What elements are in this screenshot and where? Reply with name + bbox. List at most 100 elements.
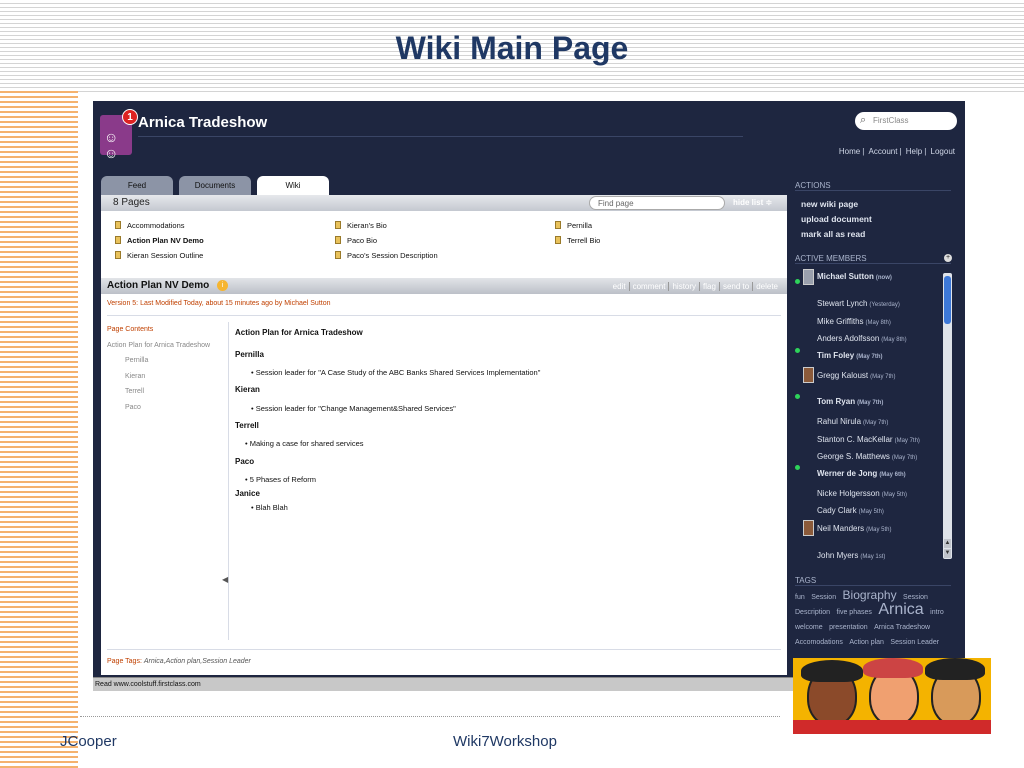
new-wiki-page-link[interactable]: new wiki page (801, 199, 858, 209)
upload-document-link[interactable]: upload document (801, 214, 872, 224)
member-george-matthews[interactable]: George S. Matthews (May 7th) (817, 452, 917, 461)
page-link-paco-session[interactable]: Paco's Session Description (335, 251, 438, 260)
member-time: (May 5th) (881, 492, 908, 498)
page-link-accommodations[interactable]: Accommodations (115, 221, 185, 230)
section-heading: Paco (235, 457, 255, 466)
info-icon[interactable]: i (217, 280, 228, 291)
member-time: (May 7th) (894, 438, 920, 444)
document-icon (555, 221, 561, 229)
page-link-label: Kieran's Bio (347, 221, 387, 230)
tag-link[interactable]: Session Leader (890, 639, 939, 646)
member-name: Stanton C. MacKellar (817, 435, 893, 444)
contents-item-paco[interactable]: Paco (107, 404, 227, 420)
tag-link[interactable]: Accomodations (795, 639, 843, 646)
avatar (803, 520, 814, 536)
search-input[interactable]: ⌕ FirstClass (855, 112, 957, 130)
member-cady-clark[interactable]: Cady Clark (May 5th) (817, 506, 884, 515)
pages-header: 8 Pages Find page hide list ≑ (101, 195, 787, 211)
link-logout[interactable]: Logout (931, 147, 955, 156)
page-link-kieran-outline[interactable]: Kieran Session Outline (115, 251, 203, 260)
member-john-myers[interactable]: John Myers (May 1st) (817, 551, 885, 560)
member-name: John Myers (817, 551, 859, 560)
scroll-up-icon[interactable]: ▲ (944, 539, 951, 548)
page-link-action-plan[interactable]: Action Plan NV Demo (115, 236, 204, 245)
member-nicke-holgersson[interactable]: Nicke Holgersson (May 5th) (817, 489, 907, 498)
tag-link[interactable]: presentation (829, 624, 868, 631)
member-name: Rahul Nirula (817, 417, 862, 426)
member-neil-manders[interactable]: Neil Manders (May 5th) (817, 524, 891, 533)
footer-divider (80, 716, 780, 717)
page-link-paco-bio[interactable]: Paco Bio (335, 236, 377, 245)
link-help[interactable]: Help (906, 147, 922, 156)
list-item: • 5 Phases of Reform (245, 475, 316, 484)
tag-link[interactable]: Biography (843, 588, 897, 602)
tag-link[interactable]: Action plan (849, 639, 884, 646)
scroll-down-icon[interactable]: ▼ (944, 549, 951, 558)
tab-documents[interactable]: Documents (179, 176, 251, 195)
link-home[interactable]: Home (839, 147, 860, 156)
page-link-pernilla[interactable]: Pernilla (555, 221, 592, 230)
tab-wiki[interactable]: Wiki (257, 176, 329, 196)
tag-link[interactable]: welcome (795, 624, 823, 631)
tab-feed[interactable]: Feed (101, 176, 173, 195)
member-name: Stewart Lynch (817, 299, 868, 308)
delete-button[interactable]: delete (752, 282, 781, 291)
member-gregg-kaloust[interactable]: Gregg Kaloust (May 7th) (817, 371, 895, 380)
members-scrollbar[interactable]: ▲ ▼ (943, 273, 952, 559)
mark-all-read-link[interactable]: mark all as read (801, 229, 865, 239)
member-rahul-nirula[interactable]: Rahul Nirula (May 7th) (817, 417, 888, 426)
send-to-button[interactable]: send to (718, 282, 753, 291)
page-link-kierans-bio[interactable]: Kieran's Bio (335, 221, 387, 230)
page-link-label: Pernilla (567, 221, 593, 230)
member-name: Werner de Jong (817, 469, 878, 478)
member-stewart-lynch[interactable]: Stewart Lynch (Yesterday) (817, 299, 900, 308)
list-item: • Session leader for "Change Management&… (251, 404, 456, 413)
page-link-label: Accommodations (127, 221, 185, 230)
top-links: Home | Account | Help | Logout (838, 147, 955, 156)
list-item: • Making a case for shared services (245, 439, 364, 448)
find-page-input[interactable]: Find page (589, 196, 725, 210)
cartoon-shirts (793, 720, 991, 734)
tag-link[interactable]: Arnica (878, 601, 923, 618)
member-name: Neil Manders (817, 524, 865, 533)
page-tags-value[interactable]: Arnica,Action plan,Session Leader (144, 658, 251, 665)
avatar (803, 367, 814, 383)
contents-item-top[interactable]: Action Plan for Arnica Tradeshow (107, 342, 227, 358)
contents-item-terrell[interactable]: Terrell (107, 388, 227, 404)
member-time: (May 5th) (858, 509, 884, 515)
scrollbar-thumb[interactable] (944, 276, 951, 324)
member-anders-adolfsson[interactable]: Anders Adolfsson (May 8th) (817, 334, 907, 343)
document-icon (555, 236, 561, 244)
edit-button[interactable]: edit (610, 282, 629, 291)
document-icon (115, 236, 121, 244)
link-account[interactable]: Account (869, 147, 898, 156)
comment-button[interactable]: comment (628, 282, 669, 291)
member-time: (May 1st) (860, 554, 886, 560)
tag-link[interactable]: fun (795, 594, 805, 601)
app-logo-icon[interactable]: ☺☺ 1 (100, 109, 138, 161)
contents-item-pernilla[interactable]: Pernilla (107, 357, 227, 373)
collapse-arrow-icon[interactable]: ◀ (222, 575, 228, 584)
member-tim-foley[interactable]: Tim Foley (May 7th) (817, 351, 883, 360)
member-stanton-mackellar[interactable]: Stanton C. MacKellar (May 7th) (817, 435, 920, 444)
hide-list-button[interactable]: hide list ≑ (733, 198, 772, 207)
history-button[interactable]: history (668, 282, 700, 291)
flag-button[interactable]: flag (699, 282, 719, 291)
add-member-icon[interactable]: + (944, 254, 952, 262)
page-link-terrell-bio[interactable]: Terrell Bio (555, 236, 600, 245)
member-name: George S. Matthews (817, 452, 890, 461)
body-title: Action Plan for Arnica Tradeshow (235, 328, 363, 337)
tag-link[interactable]: Session (811, 594, 836, 601)
tag-link[interactable]: Arnica Tradeshow (874, 624, 930, 631)
tag-link[interactable]: five phases (836, 609, 871, 616)
member-werner-de-jong[interactable]: Werner de Jong (May 6th) (817, 469, 906, 478)
member-name: Nicke Holgersson (817, 489, 880, 498)
member-tom-ryan[interactable]: Tom Ryan (May 7th) (817, 397, 883, 406)
tag-link[interactable]: intro (930, 609, 944, 616)
member-michael-sutton[interactable]: Michael Sutton (now) (817, 272, 892, 281)
member-mike-griffiths[interactable]: Mike Griffiths (May 8th) (817, 317, 891, 326)
member-time: (May 7th) (891, 455, 918, 461)
online-indicator (795, 394, 800, 399)
contents-item-kieran[interactable]: Kieran (107, 373, 227, 389)
member-name: Mike Griffiths (817, 317, 864, 326)
